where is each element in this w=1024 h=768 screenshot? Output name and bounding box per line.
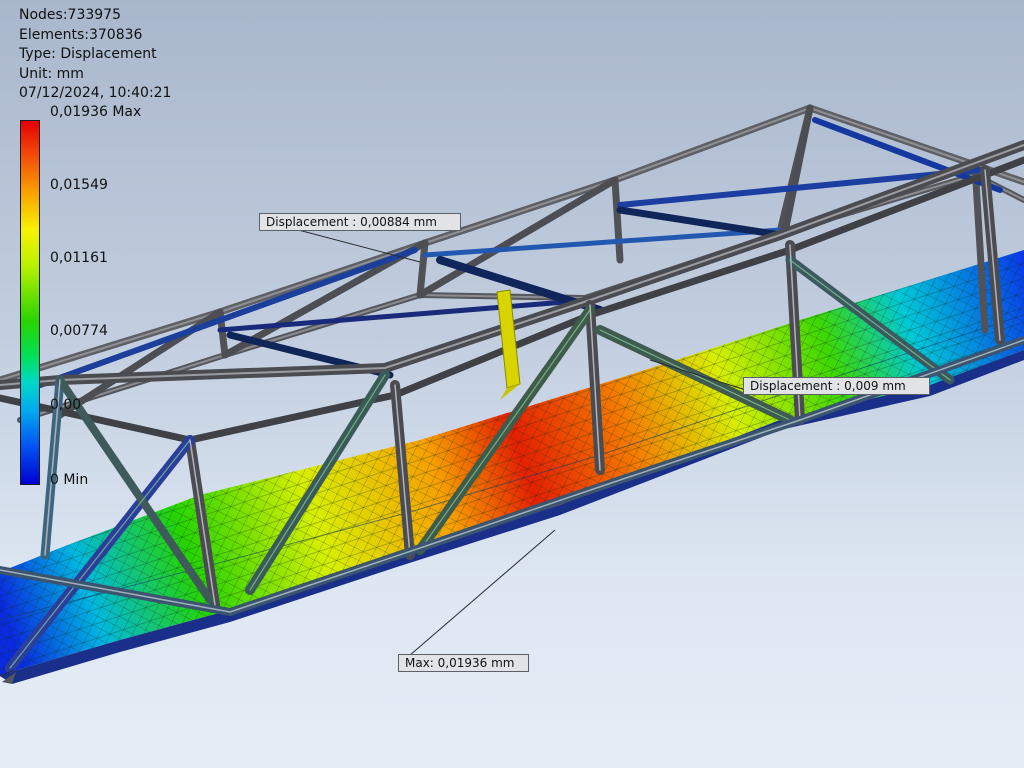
legend-max-label: 0,01936 Max [50, 104, 142, 120]
result-type: Type: Displacement [19, 46, 157, 62]
max-displacement-label[interactable]: Max: 0,01936 mm [398, 654, 529, 672]
result-unit: Unit: mm [19, 65, 84, 82]
displacement-probe-label[interactable]: Displacement : 0,00884 mm [259, 213, 461, 231]
elements-count: Elements:370836 [19, 26, 143, 43]
legend-tick: 0,01161 [50, 250, 108, 266]
legend-min-label: 0 Min [50, 472, 89, 488]
legend-tick: 0,00774 [50, 323, 108, 339]
graphics-viewport[interactable]: Nodes:733975 Elements:370836 Type: Displ… [0, 0, 1024, 768]
nodes-count: Nodes:733975 [19, 7, 121, 23]
color-legend-bar [20, 120, 40, 485]
result-datetime: 07/12/2024, 10:40:21 [19, 85, 172, 101]
legend-tick: 0,00 [50, 397, 82, 413]
analysis-info: Nodes:733975 Elements:370836 Type: Displ… [19, 6, 171, 104]
legend-tick: 0,01549 [50, 177, 108, 193]
displacement-probe-label[interactable]: Displacement : 0,009 mm [743, 377, 930, 395]
